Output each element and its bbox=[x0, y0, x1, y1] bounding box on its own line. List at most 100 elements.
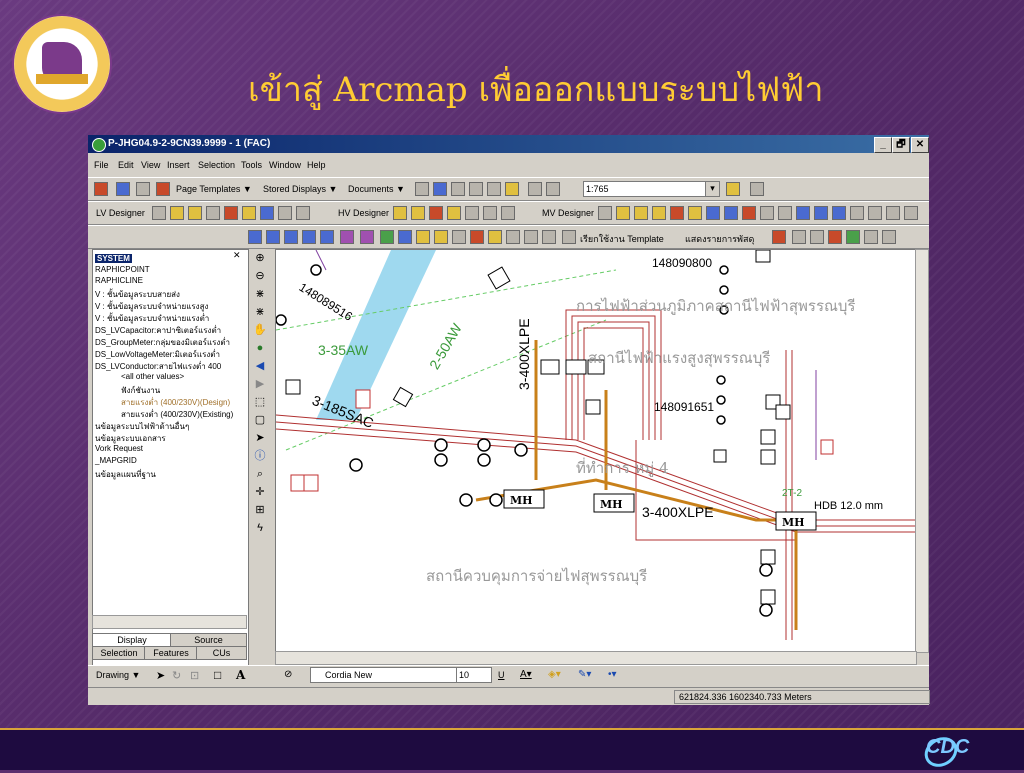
tab-selection[interactable]: Selection bbox=[92, 646, 146, 660]
tool-icon[interactable] bbox=[429, 206, 443, 220]
tool-icon[interactable] bbox=[706, 206, 720, 220]
identify-icon[interactable]: ⓘ bbox=[253, 449, 267, 463]
map-view[interactable]: 148090800 148091651 148089516 การไฟฟ้าส่… bbox=[275, 249, 917, 653]
font-name-select[interactable]: Cordia New bbox=[310, 667, 466, 683]
select-elements-icon[interactable]: ➤ bbox=[253, 431, 267, 445]
toc-horizontal-scrollbar[interactable] bbox=[92, 615, 247, 629]
line-tool-icon[interactable] bbox=[904, 206, 918, 220]
font-color-icon[interactable]: A▾ bbox=[520, 669, 532, 680]
tool-icon[interactable] bbox=[451, 182, 465, 196]
tool-icon[interactable] bbox=[152, 206, 166, 220]
maximize-button[interactable]: 🗗 bbox=[892, 137, 910, 153]
tool-icon[interactable] bbox=[94, 182, 108, 196]
select-features-icon[interactable]: ⬚ bbox=[253, 395, 267, 409]
tool-icon[interactable] bbox=[320, 230, 334, 244]
toc-item[interactable]: RAPHICPOINT bbox=[95, 265, 150, 274]
toc-item[interactable]: _MAPGRID bbox=[95, 456, 137, 465]
clear-selection-icon[interactable]: ▢ bbox=[253, 413, 267, 427]
tool-icon[interactable] bbox=[742, 206, 756, 220]
marker-color-icon[interactable]: •▾ bbox=[608, 669, 617, 680]
tab-source[interactable]: Source bbox=[170, 633, 247, 647]
tool-icon[interactable] bbox=[750, 182, 764, 196]
tool-icon[interactable] bbox=[248, 230, 262, 244]
tool-icon[interactable] bbox=[524, 230, 538, 244]
menu-tools[interactable]: Tools bbox=[241, 160, 262, 170]
tool-icon[interactable] bbox=[616, 206, 630, 220]
toc-item[interactable]: นข้อมูลแผนที่ฐาน bbox=[95, 468, 156, 481]
tool-icon[interactable] bbox=[792, 230, 806, 244]
info-icon[interactable] bbox=[156, 182, 170, 196]
tool-icon[interactable] bbox=[634, 206, 648, 220]
tool-icon[interactable] bbox=[832, 206, 846, 220]
tool-icon[interactable] bbox=[598, 206, 612, 220]
tool-icon[interactable] bbox=[433, 182, 447, 196]
menu-file[interactable]: File bbox=[94, 160, 109, 170]
toc-item[interactable]: Vork Request bbox=[95, 444, 143, 453]
tool-icon[interactable] bbox=[778, 206, 792, 220]
tool-icon[interactable] bbox=[814, 206, 828, 220]
tool-icon[interactable] bbox=[398, 230, 412, 244]
tool-icon[interactable] bbox=[360, 230, 374, 244]
fill-color-icon[interactable]: ◈▾ bbox=[548, 669, 561, 680]
zoom-out-icon[interactable]: ⊖ bbox=[253, 269, 267, 283]
toc-close-icon[interactable]: ✕ bbox=[233, 250, 241, 261]
template-button[interactable]: เรียกใช้งาน Template bbox=[580, 232, 664, 246]
tool-icon[interactable] bbox=[505, 182, 519, 196]
tool-icon[interactable] bbox=[470, 230, 484, 244]
tool-icon[interactable] bbox=[483, 206, 497, 220]
tool-icon[interactable] bbox=[302, 230, 316, 244]
tool-icon[interactable] bbox=[393, 206, 407, 220]
tool-icon[interactable] bbox=[868, 206, 882, 220]
tab-display[interactable]: Display bbox=[92, 633, 172, 647]
pan-icon[interactable]: ✋ bbox=[253, 323, 267, 337]
tool-icon[interactable] bbox=[652, 206, 666, 220]
toc-item-system[interactable]: SYSTEM bbox=[95, 254, 132, 263]
tool-icon[interactable] bbox=[488, 230, 502, 244]
tool-icon[interactable] bbox=[242, 206, 256, 220]
find-icon[interactable]: ⌕ bbox=[253, 467, 267, 481]
template-icon[interactable] bbox=[562, 230, 576, 244]
menu-help[interactable]: Help bbox=[307, 160, 326, 170]
map-horizontal-scrollbar[interactable] bbox=[275, 651, 917, 665]
report-button[interactable]: แสดงรายการพัสดุ bbox=[685, 232, 754, 246]
stored-displays-button[interactable]: Stored Displays ▼ bbox=[263, 184, 337, 194]
full-extent-icon[interactable]: ● bbox=[253, 341, 267, 355]
rotate-icon[interactable]: ↻ bbox=[172, 669, 181, 682]
tool-icon[interactable] bbox=[206, 206, 220, 220]
measure-icon[interactable]: ⊞ bbox=[253, 503, 267, 517]
tool-icon[interactable] bbox=[188, 206, 202, 220]
add-data-icon[interactable] bbox=[726, 182, 740, 196]
back-icon[interactable]: ◀ bbox=[253, 359, 267, 373]
edit-vertices-icon[interactable]: ⊘ bbox=[284, 669, 292, 680]
tool-icon[interactable] bbox=[266, 230, 280, 244]
toc-item[interactable]: RAPHICLINE bbox=[95, 276, 143, 285]
tool-icon[interactable] bbox=[828, 230, 842, 244]
menu-insert[interactable]: Insert bbox=[167, 160, 190, 170]
tool-icon[interactable] bbox=[170, 206, 184, 220]
grid-icon[interactable] bbox=[469, 182, 483, 196]
zoom-in-icon[interactable]: ⊕ bbox=[253, 251, 267, 265]
font-size-select[interactable]: 10 bbox=[456, 667, 492, 683]
drawing-menu-button[interactable]: Drawing ▼ bbox=[96, 670, 140, 680]
tool-icon[interactable] bbox=[850, 206, 864, 220]
tool-icon[interactable] bbox=[760, 206, 774, 220]
tool-icon[interactable] bbox=[260, 206, 274, 220]
tool-icon[interactable] bbox=[670, 206, 684, 220]
close-button[interactable]: ✕ bbox=[911, 137, 929, 153]
tool-icon[interactable] bbox=[116, 182, 130, 196]
tool-icon[interactable] bbox=[415, 182, 429, 196]
menu-view[interactable]: View bbox=[141, 160, 160, 170]
menu-window[interactable]: Window bbox=[269, 160, 301, 170]
tool-icon[interactable] bbox=[380, 230, 394, 244]
scale-dropdown-arrow[interactable]: ▾ bbox=[705, 181, 720, 197]
tool-icon[interactable] bbox=[447, 206, 461, 220]
tool-icon[interactable] bbox=[796, 206, 810, 220]
select-elements-icon[interactable]: ➤ bbox=[156, 669, 165, 682]
go-to-xy-icon[interactable]: ✛ bbox=[253, 485, 267, 499]
line-tool-icon[interactable] bbox=[296, 206, 310, 220]
menu-edit[interactable]: Edit bbox=[118, 160, 134, 170]
tool-icon[interactable] bbox=[882, 230, 896, 244]
fixed-zoom-out-icon[interactable]: ⋇ bbox=[253, 305, 267, 319]
text-tool-icon[interactable]: A bbox=[236, 668, 245, 682]
forward-icon[interactable]: ▶ bbox=[253, 377, 267, 391]
